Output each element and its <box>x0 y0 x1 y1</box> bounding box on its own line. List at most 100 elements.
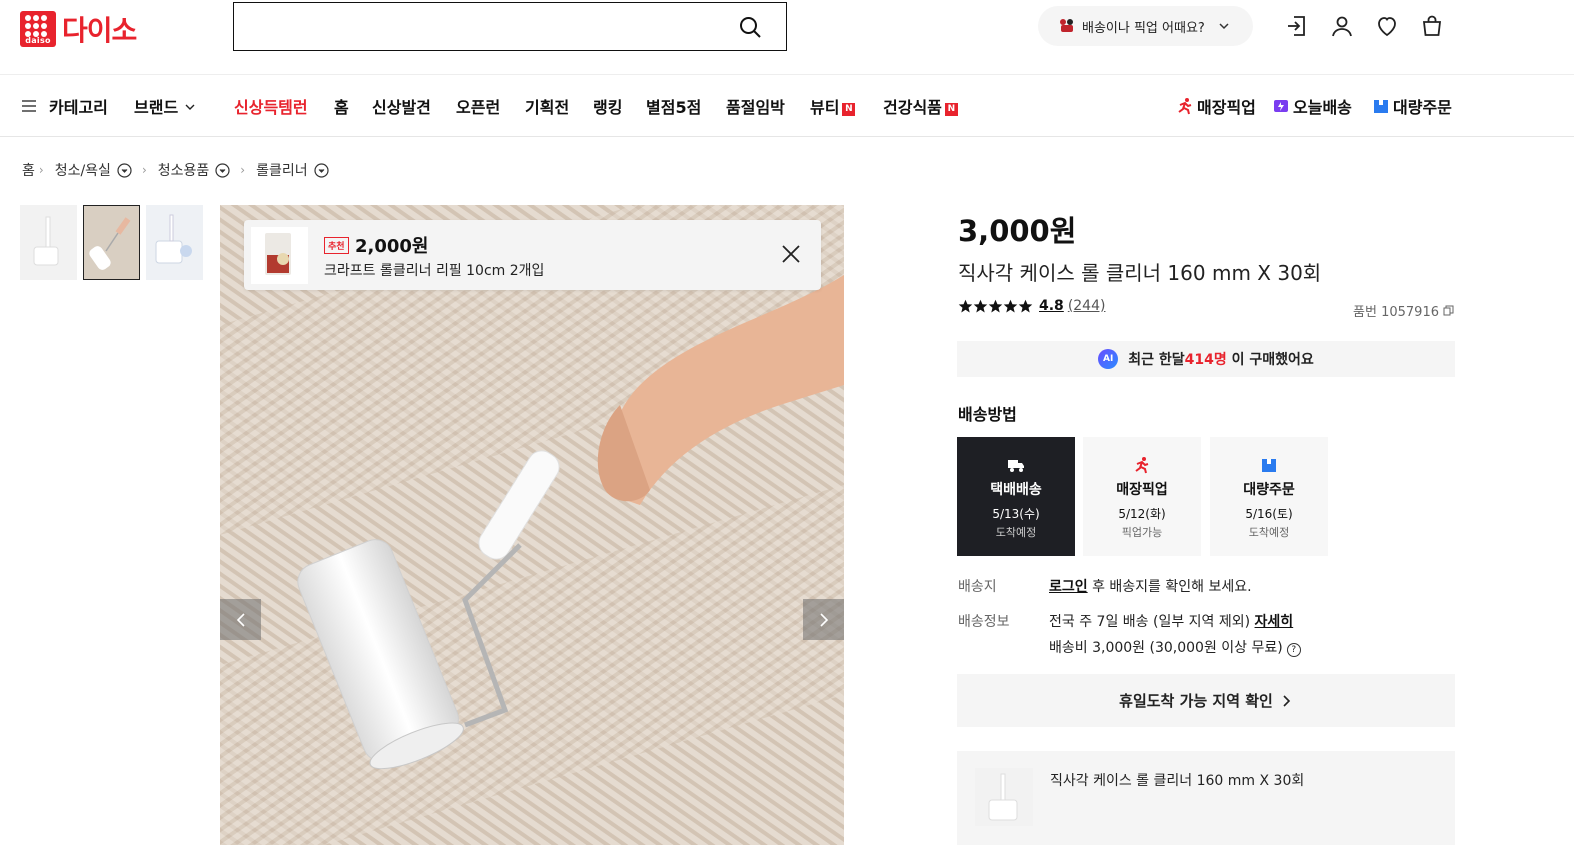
chevron-right-icon <box>819 612 828 627</box>
dropdown-circle-icon[interactable] <box>117 162 132 178</box>
nav-item-new[interactable]: 신상발견 <box>372 94 431 118</box>
star-icon <box>973 299 988 312</box>
main-product-image <box>220 205 844 845</box>
nav-item-new-deal[interactable]: 신상득템런 <box>234 94 308 118</box>
chevron-right-icon: › <box>141 163 147 177</box>
product-sku[interactable]: 품번 1057916 <box>1353 301 1454 320</box>
login-icon[interactable] <box>1285 14 1309 38</box>
dropdown-circle-icon[interactable] <box>314 162 329 178</box>
shipping-option-pickup[interactable]: 매장픽업 5/12(화) 픽업가능 <box>1083 437 1201 556</box>
next-image-button[interactable] <box>803 599 844 640</box>
option-thumbnail <box>975 768 1033 826</box>
help-icon[interactable]: ? <box>1286 643 1301 657</box>
shipping-fee: 배송비 3,000원 (30,000원 이상 무료)? <box>1049 637 1301 657</box>
shipping-option-name: 택배배송 <box>990 482 1042 498</box>
logo-sub: daiso <box>25 36 51 45</box>
prev-image-button[interactable] <box>220 599 261 640</box>
nav-today-delivery[interactable]: 오늘배송 <box>1272 94 1352 118</box>
breadcrumb-level1[interactable]: 청소/욕실 <box>55 160 111 180</box>
nav-item-home[interactable]: 홈 <box>334 94 349 118</box>
search-box[interactable] <box>233 2 787 51</box>
runner-icon <box>1135 457 1149 474</box>
product-thumbnail[interactable] <box>146 205 203 280</box>
nav-item-beauty[interactable]: 뷰티 N <box>810 94 856 118</box>
product-title: 직사각 케이스 롤 클리너 160 mm X 30회 <box>958 261 1322 285</box>
star-rating <box>958 299 1033 314</box>
shipping-option-date: 5/12(화) <box>1118 507 1166 521</box>
ai-text-pre: 최근 한달 <box>1128 352 1185 368</box>
copy-icon[interactable] <box>1443 305 1454 316</box>
chevron-down-icon <box>185 104 195 110</box>
sku-label: 품번 1057916 <box>1353 305 1439 320</box>
recommend-name: 크라프트 롤클리너 리필 10cm 2개입 <box>324 263 545 279</box>
product-thumbnail[interactable] <box>20 205 77 280</box>
hamburger-icon[interactable] <box>22 99 36 113</box>
shipping-option-parcel[interactable]: 택배배송 5/13(수) 도착예정 <box>957 437 1075 556</box>
star-icon <box>1018 299 1033 312</box>
search-icon[interactable] <box>738 15 762 39</box>
heart-icon[interactable] <box>1375 14 1399 38</box>
chevron-down-icon <box>1219 23 1229 30</box>
recommend-popup[interactable]: 추천 2,000원 크라프트 롤클리너 리필 10cm 2개입 <box>244 220 821 290</box>
today-delivery-icon <box>1274 100 1288 112</box>
delivery-pill-button[interactable]: 배송이나 픽업 어때요? <box>1038 6 1253 46</box>
destination-value: 로그인 후 배송지를 확인해 보세요. <box>1049 576 1252 596</box>
dropdown-circle-icon[interactable] <box>215 162 230 178</box>
recommend-thumbnail <box>251 227 308 284</box>
new-badge: N <box>944 103 958 116</box>
breadcrumb-level2[interactable]: 청소용품 <box>158 160 210 180</box>
ai-text-post: 이 구매했어요 <box>1226 352 1314 368</box>
nav-category[interactable]: 카테고리 <box>49 94 108 118</box>
daiso-logo[interactable]: daiso 다이소 <box>20 9 137 49</box>
delivery-mascot-icon <box>1060 19 1073 32</box>
ai-count: 414명 <box>1184 352 1227 368</box>
shipping-detail-link[interactable]: 자세히 <box>1255 614 1294 630</box>
shipping-option-status: 도착예정 <box>995 526 1037 539</box>
logo-mark: daiso <box>20 11 56 47</box>
chevron-right-icon <box>1283 694 1290 707</box>
breadcrumb-level3[interactable]: 롤클리너 <box>256 160 308 180</box>
shipping-option-name: 대량주문 <box>1243 482 1295 498</box>
runner-icon <box>1178 98 1192 115</box>
box-icon <box>1374 100 1388 113</box>
nav-today-delivery-label: 오늘배송 <box>1293 98 1352 117</box>
user-icon[interactable] <box>1330 14 1354 38</box>
nav-item-health-food[interactable]: 건강식품 N <box>883 94 958 118</box>
truck-icon <box>1008 460 1024 472</box>
holiday-delivery-check-button[interactable]: 휴일도착 가능 지역 확인 <box>957 674 1455 727</box>
nav-item-ranking[interactable]: 랭킹 <box>593 94 622 118</box>
recommend-image <box>251 227 308 284</box>
nav-item-five-star[interactable]: 별점5점 <box>646 94 701 118</box>
option-image <box>975 768 1033 826</box>
search-input[interactable] <box>234 3 714 50</box>
shipping-section-title: 배송방법 <box>958 405 1017 424</box>
star-icon <box>988 299 1003 312</box>
close-icon[interactable] <box>781 244 801 264</box>
login-link[interactable]: 로그인 <box>1049 579 1088 595</box>
nav-brand[interactable]: 브랜드 <box>134 94 196 118</box>
delivery-pill-label: 배송이나 픽업 어때요? <box>1082 20 1205 36</box>
breadcrumb-home[interactable]: 홈 <box>22 160 35 180</box>
product-thumbnail-active[interactable] <box>83 205 140 280</box>
thumbnail-image <box>20 205 77 280</box>
nav-item-soldout-soon[interactable]: 품절임박 <box>726 94 785 118</box>
shipping-option-bulk[interactable]: 대량주문 5/16(토) 도착예정 <box>1210 437 1328 556</box>
shipping-info-text: 전국 주 7일 배송 (일부 지역 제외) <box>1049 614 1255 630</box>
destination-label: 배송지 <box>958 579 997 595</box>
new-badge: N <box>842 103 856 116</box>
selected-option-box: 직사각 케이스 롤 클리너 160 mm X 30회 <box>957 751 1455 845</box>
shipping-option-status: 픽업가능 <box>1121 526 1163 539</box>
product-price: 3,000원 <box>958 214 1077 248</box>
nav-store-pickup[interactable]: 매장픽업 <box>1176 94 1256 118</box>
shipping-info-label: 배송정보 <box>958 614 1010 630</box>
box-icon <box>1262 459 1276 472</box>
shipping-option-date: 5/16(토) <box>1245 507 1293 521</box>
bag-icon[interactable] <box>1420 14 1444 38</box>
chevron-right-icon: › <box>240 163 246 177</box>
nav-item-open-run[interactable]: 오픈런 <box>456 94 500 118</box>
ai-purchase-insight: AI 최근 한달 414명 이 구매했어요 <box>957 341 1455 377</box>
nav-item-promotion[interactable]: 기획전 <box>525 94 569 118</box>
nav-bulk-order[interactable]: 대량주문 <box>1372 94 1452 118</box>
review-count[interactable]: (244) <box>1068 298 1106 314</box>
product-rating[interactable]: 4.8 (244) <box>958 298 1105 314</box>
